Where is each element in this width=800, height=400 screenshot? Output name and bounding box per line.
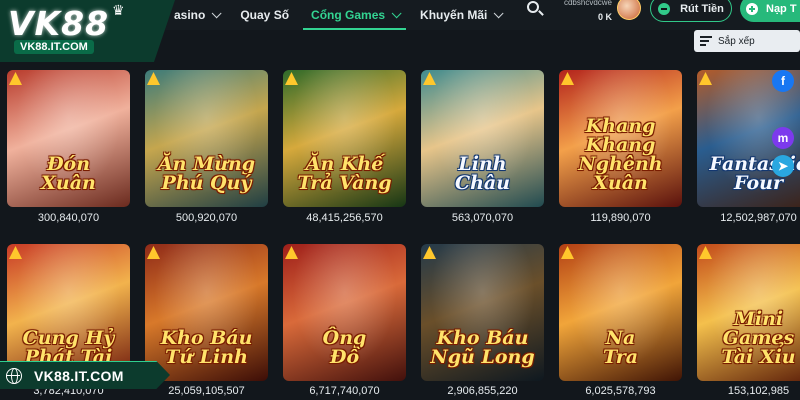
game-card[interactable]: Mini Games Tài Xỉu (697, 244, 800, 381)
telegram-icon[interactable]: ➤ (772, 155, 794, 177)
game-title: Ăn Mừng Phú Quý (157, 153, 256, 194)
game-jackpot-amount: 563,070,070 (451, 212, 514, 224)
game-card[interactable]: Khang Khang Nghênh Xuân (559, 70, 682, 207)
game-jackpot-amount: 300,840,070 (37, 212, 100, 224)
game-jackpot-amount: 2,906,855,220 (447, 385, 518, 397)
game-title: Kho Báu Ngũ Long (430, 327, 535, 368)
game-card[interactable]: Ông Đồ (283, 244, 406, 381)
game-title: Na Tra (602, 327, 639, 368)
game-jackpot-amount: 25,059,105,507 (168, 385, 245, 397)
game-jackpot-amount: 153,102,985 (727, 385, 790, 397)
game-card[interactable]: Đón Xuân (7, 70, 130, 207)
game-card[interactable]: Ăn Mừng Phú Quý (145, 70, 268, 207)
logo-domain: VK88.IT.COM (14, 40, 94, 54)
domain-banner: VK88.IT.COM (0, 361, 170, 389)
game-title: Kho Báu Tứ Linh (160, 327, 253, 368)
logo[interactable]: VK88 ♛ VK88.IT.COM (0, 0, 175, 62)
game-jackpot-amount: 6,025,578,793 (585, 385, 656, 397)
globe-icon (6, 367, 22, 384)
game-title: Linh Châu (454, 153, 511, 194)
game-title: Ông Đồ (322, 327, 367, 368)
facebook-icon[interactable]: f (772, 70, 794, 92)
app-root: VK88 ♛ VK88.IT.COM asino Quay Số Cổng Ga… (0, 0, 800, 400)
banner-text: VK88.IT.COM (34, 367, 124, 384)
game-card[interactable]: Cung Hỷ Phát Tài (7, 244, 130, 381)
game-card[interactable]: Kho Báu Tứ Linh (145, 244, 268, 381)
messenger-icon[interactable]: m (772, 127, 794, 149)
game-jackpot-amount: 48,415,256,570 (306, 212, 383, 224)
game-card[interactable]: Linh Châu (421, 70, 544, 207)
game-jackpot-amount: 6,717,740,070 (309, 385, 380, 397)
game-card[interactable]: Ăn Khế Trả Vàng (283, 70, 406, 207)
game-card[interactable]: Kho Báu Ngũ Long (421, 244, 544, 381)
game-title: Khang Khang Nghênh Xuân (578, 115, 663, 194)
game-card[interactable]: Na Tra (559, 244, 682, 381)
game-title: Ăn Khế Trả Vàng (297, 153, 392, 194)
game-title: Mini Games Tài Xỉu (721, 308, 796, 368)
game-jackpot-amount: 119,890,070 (590, 212, 651, 224)
game-jackpot-amount: 500,920,070 (175, 212, 238, 224)
logo-brand: VK88 (8, 4, 110, 43)
game-jackpot-amount: 12,502,987,070 (720, 212, 797, 224)
game-title: Đón Xuân (41, 153, 96, 194)
crown-icon: ♛ (112, 2, 125, 18)
